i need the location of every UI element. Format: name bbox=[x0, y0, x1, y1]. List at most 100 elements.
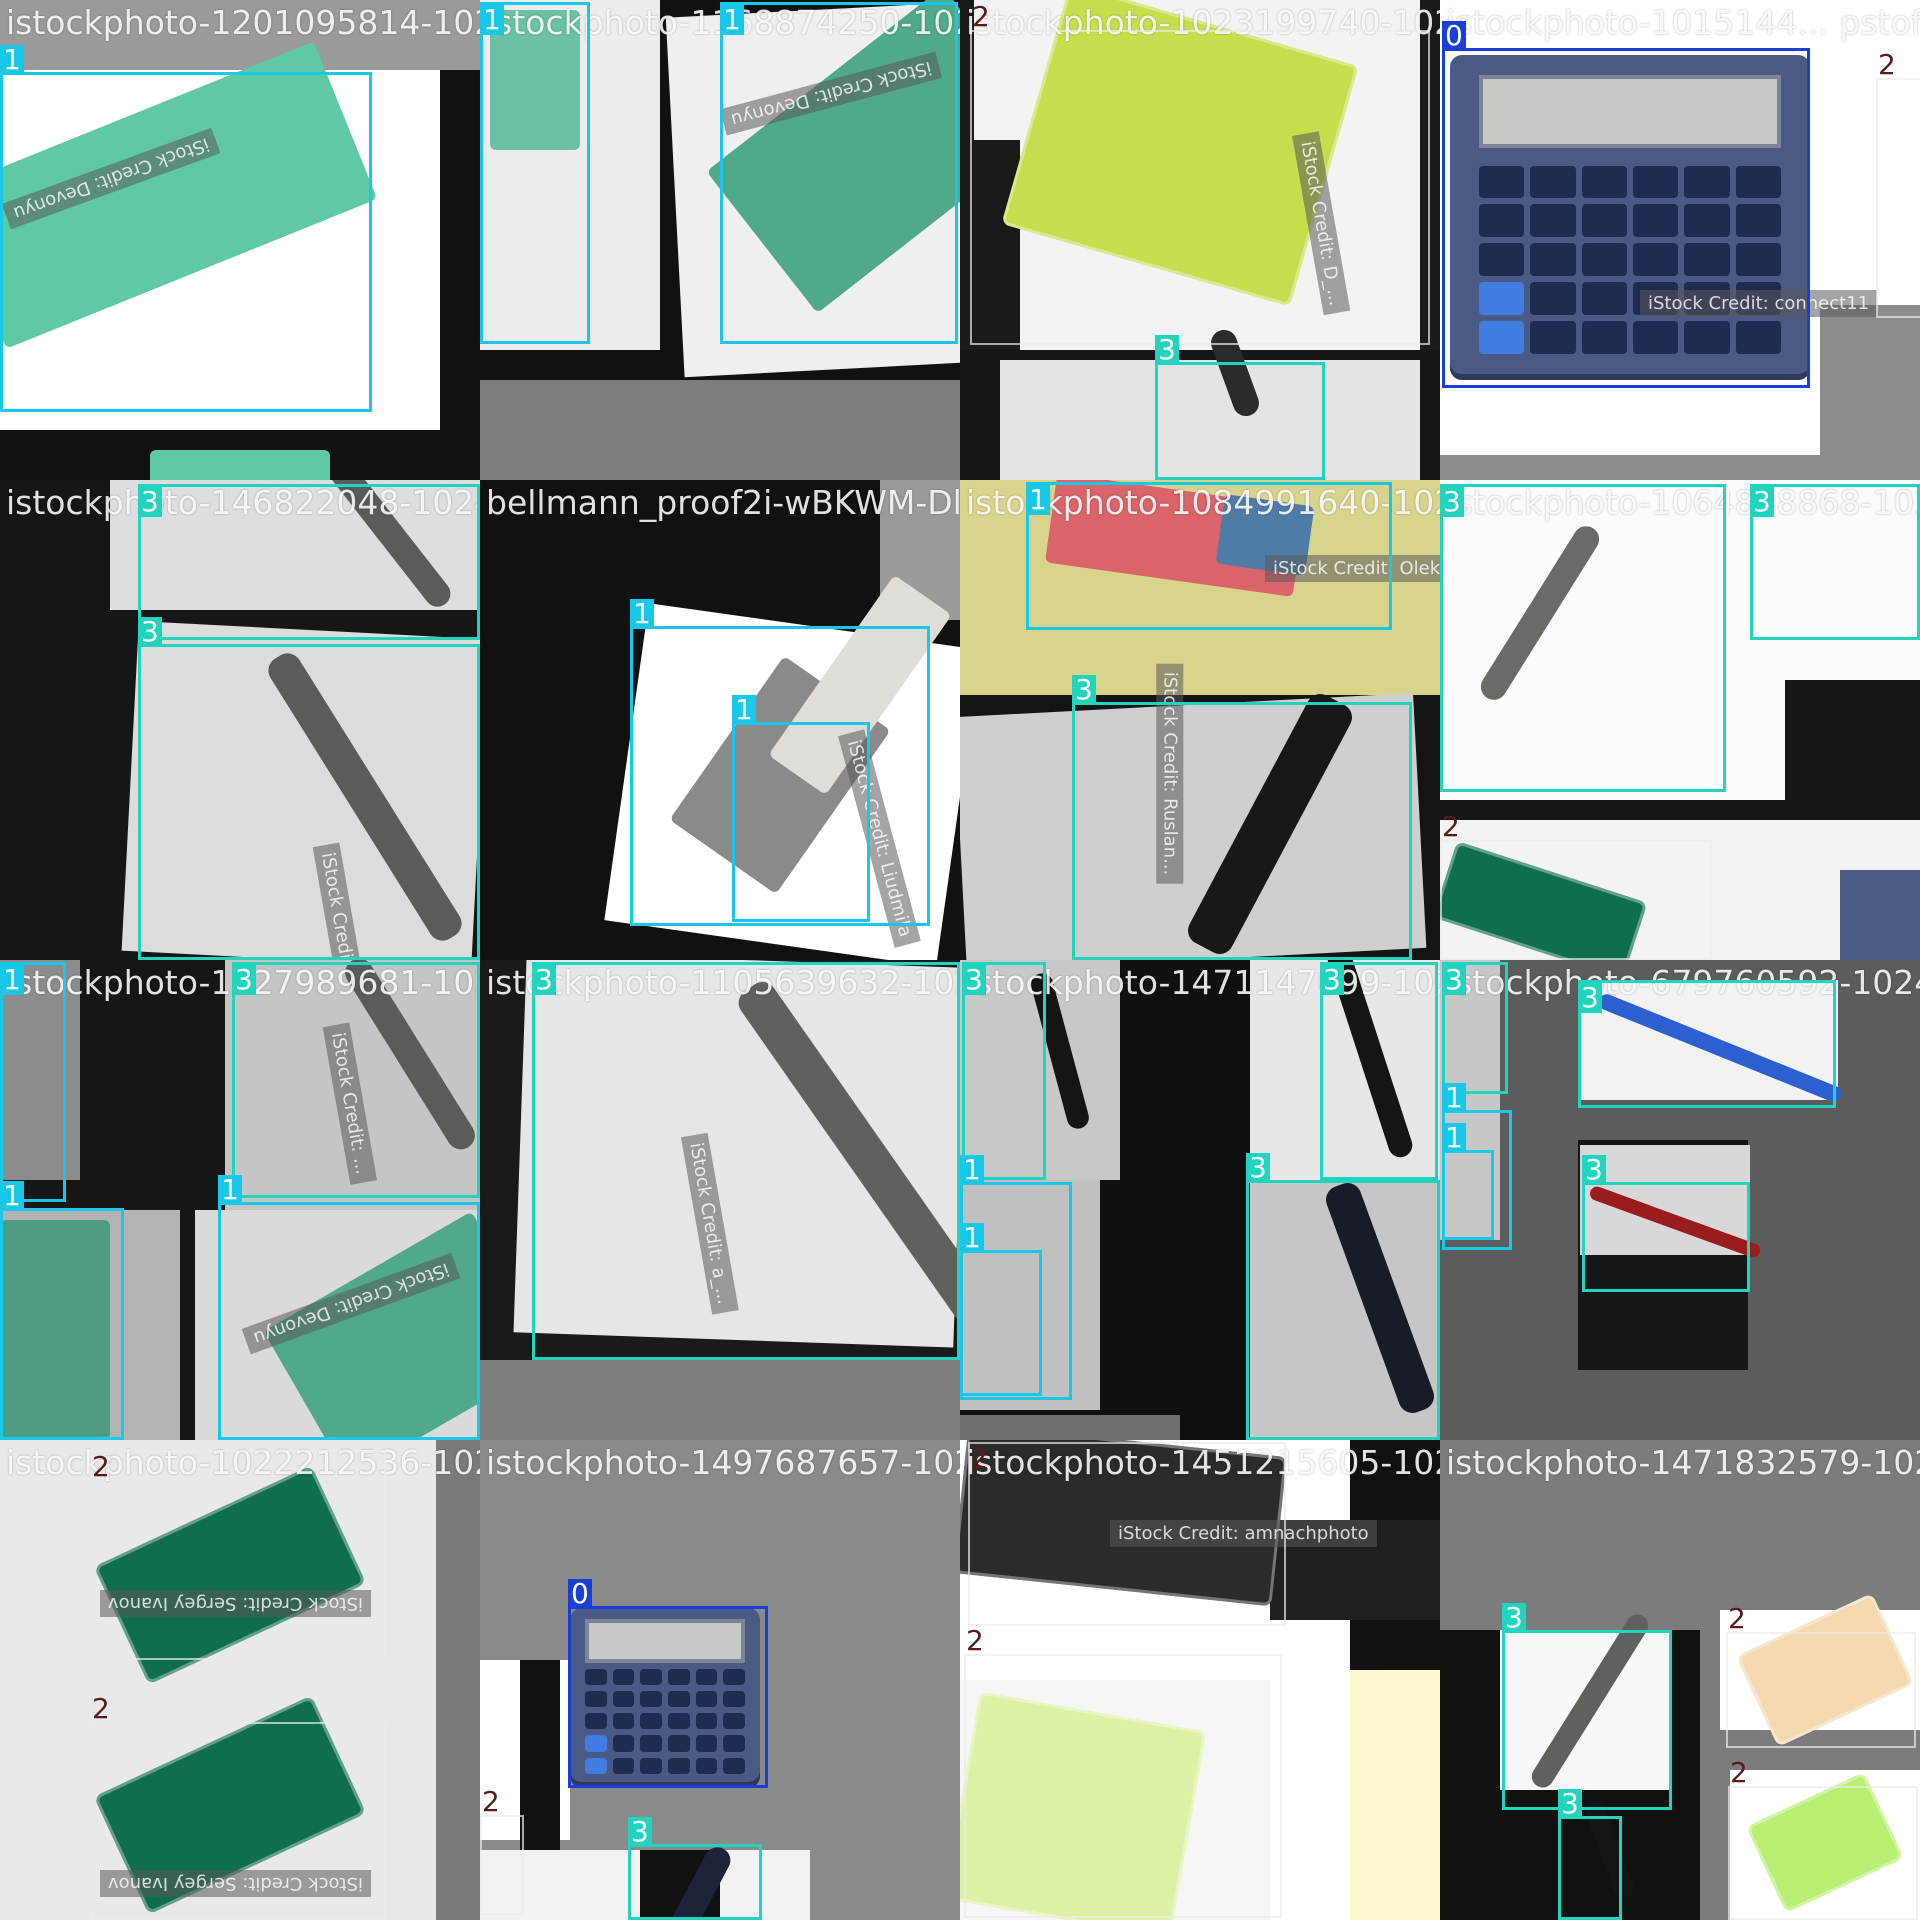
class-label: 1 bbox=[480, 5, 504, 35]
mosaic-tile: iStock Credit: D_... 2 3 istockphoto-102319… bbox=[960, 0, 1440, 480]
class-label: 3 bbox=[1582, 1155, 1606, 1185]
bounding-box: 2 bbox=[1876, 50, 1920, 318]
class-label: 1 bbox=[720, 5, 744, 35]
class-label: 3 bbox=[1246, 1153, 1270, 1183]
bounding-box: 0 bbox=[568, 1579, 768, 1788]
tile-filename: istockphoto-1471832579-1024x1024_jpg bbox=[1446, 1443, 1920, 1482]
class-label: 3 bbox=[628, 1817, 652, 1847]
bounding-box: 3 bbox=[1442, 962, 1508, 1094]
class-label: 2 bbox=[966, 1624, 984, 1657]
bounding-box: 3 bbox=[1320, 962, 1438, 1180]
class-label: 1 bbox=[218, 1175, 242, 1205]
bounding-box: 1 bbox=[218, 1175, 480, 1440]
class-label: 3 bbox=[138, 617, 162, 647]
bounding-box: 2 bbox=[90, 1450, 386, 1660]
class-label: 1 bbox=[1026, 485, 1050, 515]
bounding-box: 1 bbox=[960, 1223, 1042, 1396]
class-label: 3 bbox=[1320, 965, 1344, 995]
background-region bbox=[480, 1360, 960, 1440]
class-label: 3 bbox=[1440, 487, 1464, 517]
mosaic-tile: iStock Credit: Devonyu iStock Credit: ...… bbox=[0, 960, 480, 1440]
class-label: 2 bbox=[92, 1692, 110, 1725]
eraser-image bbox=[150, 450, 330, 480]
class-label: 3 bbox=[1155, 335, 1179, 365]
bounding-box: 1 bbox=[480, 2, 590, 344]
bounding-box: 1 bbox=[0, 45, 372, 412]
bounding-box: 0 bbox=[1442, 21, 1810, 388]
bounding-box: 3 bbox=[1440, 484, 1726, 792]
background-region bbox=[440, 70, 480, 480]
class-label: 1 bbox=[0, 1181, 24, 1211]
bounding-box: 1 bbox=[732, 695, 870, 922]
class-label: 1 bbox=[732, 695, 756, 725]
class-label: 3 bbox=[532, 965, 556, 995]
class-label: 2 bbox=[972, 0, 990, 33]
class-label: 3 bbox=[1750, 487, 1774, 517]
bounding-box: 3 bbox=[532, 962, 960, 1360]
class-label: 1 bbox=[960, 1223, 984, 1253]
bounding-box: 3 bbox=[1558, 1789, 1622, 1920]
class-label: 3 bbox=[138, 487, 162, 517]
class-label: 0 bbox=[568, 1579, 592, 1609]
bounding-box: 3 bbox=[1246, 1153, 1440, 1440]
bounding-box: 3 bbox=[1578, 980, 1836, 1108]
mosaic-tile: iStock Credit: Devonyu 1 istockphoto-12010… bbox=[0, 0, 480, 480]
bounding-box: 1 bbox=[1026, 482, 1392, 630]
background-region bbox=[520, 1660, 560, 1850]
class-label: 3 bbox=[1072, 675, 1096, 705]
class-label: 3 bbox=[1578, 983, 1602, 1013]
class-label: 1 bbox=[1442, 1123, 1466, 1153]
mosaic-tile: 3 3 2 2 istockphoto-1471832579-1024x1024_jpg bbox=[1440, 1440, 1920, 1920]
bounding-box: 3 bbox=[1582, 1155, 1750, 1292]
bounding-box: 2 bbox=[968, 1442, 1286, 1626]
mosaic-tile: 0 2 3 istockphoto-1497687657-1024x1024_jpg bbox=[480, 1440, 960, 1920]
background-region bbox=[1350, 1670, 1440, 1920]
class-label: 2 bbox=[92, 1450, 110, 1483]
mosaic-tile: iStock Credit: Devonyu11istockphoto-1168… bbox=[480, 0, 960, 480]
bounding-box: 2 bbox=[1440, 812, 1712, 960]
bounding-box: 3 bbox=[962, 962, 1046, 1180]
background-region bbox=[0, 0, 480, 70]
bounding-box: 3 bbox=[1750, 484, 1920, 640]
mosaic-tile: iStock Credit: Sergey Ivanov iStock Credi… bbox=[0, 1440, 480, 1920]
bounding-box: 2 bbox=[1726, 1604, 1916, 1748]
class-label: 2 bbox=[1442, 810, 1460, 843]
bounding-box: 3 bbox=[628, 1817, 762, 1920]
mosaic-tile: 33113istockphoto-679760592-1024x1024_jpg bbox=[1440, 960, 1920, 1440]
bounding-box: 3 bbox=[1155, 335, 1325, 480]
class-label: 1 bbox=[0, 965, 24, 995]
class-label: 2 bbox=[1728, 1602, 1746, 1635]
bounding-box: 3 bbox=[1072, 675, 1412, 960]
class-label: 1 bbox=[960, 1155, 984, 1185]
class-label: 1 bbox=[630, 599, 654, 629]
mosaic-tile: iStock Credit: connect11 0 2 istockphoto-10… bbox=[1440, 0, 1920, 480]
bounding-box: 3 bbox=[1502, 1603, 1672, 1810]
class-label: 3 bbox=[962, 965, 986, 995]
mosaic-tile: 33113istockphoto-1471147099-1024x1024_jp… bbox=[960, 960, 1440, 1440]
class-label: 3 bbox=[1442, 965, 1466, 995]
tile-filename: istockphoto-1497687657-1024x1024_jpg bbox=[486, 1443, 960, 1482]
bounding-box: 2 bbox=[1728, 1758, 1918, 1920]
class-label: 3 bbox=[1558, 1789, 1582, 1819]
bounding-box: 1 bbox=[720, 2, 958, 344]
class-label: 3 bbox=[1502, 1603, 1526, 1633]
background-region bbox=[1440, 455, 1920, 480]
background-region bbox=[436, 1440, 480, 1920]
mosaic-grid: iStock Credit: Devonyu 1 istockphoto-12010… bbox=[0, 0, 1920, 1920]
bounding-box: 2 bbox=[480, 1787, 524, 1915]
bounding-box: 1 bbox=[1442, 1123, 1494, 1240]
background-region bbox=[960, 1415, 1180, 1440]
class-label: 1 bbox=[0, 45, 24, 75]
class-label: 2 bbox=[482, 1785, 500, 1818]
mosaic-tile: iStock Credit: amnachphoto 2 2 istockphoto-… bbox=[960, 1440, 1440, 1920]
bounding-box: 1 bbox=[0, 962, 66, 1202]
class-label: 1 bbox=[1442, 1083, 1466, 1113]
bounding-box: 2 bbox=[964, 1626, 1282, 1918]
bounding-box: 3 bbox=[138, 617, 480, 960]
class-label: 2 bbox=[970, 1442, 988, 1475]
bounding-box: 1 bbox=[0, 1181, 124, 1440]
mosaic-tile: iStock Credit: a_... 3 istockphoto-1105639… bbox=[480, 960, 960, 1440]
mosaic-tile: iStock Credit: OlekStockiStock Credit: R… bbox=[960, 480, 1440, 960]
mosaic-tile: iStock Credit: ... 3 3 istockphoto-14682204… bbox=[0, 480, 480, 960]
bounding-box: 3 bbox=[138, 484, 480, 640]
